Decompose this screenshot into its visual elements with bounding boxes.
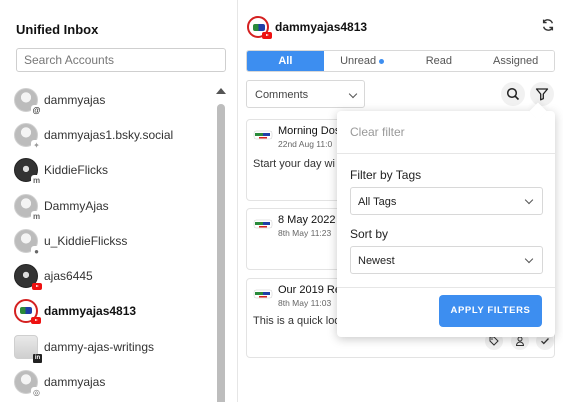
chevron-down-icon (524, 195, 534, 205)
search-accounts-input[interactable] (16, 48, 226, 72)
card-date: 8th May 11:23 (278, 228, 332, 238)
account-list-scrollbar[interactable] (216, 88, 226, 402)
search-button[interactable] (501, 82, 525, 106)
bluesky-icon: ✦ (31, 139, 42, 151)
account-item[interactable]: ✦ dammyajas1.bsky.social (14, 117, 210, 152)
account-name: DammyAjas (44, 198, 109, 213)
filter-popover: Clear filter Filter by Tags All Tags Sor… (337, 102, 555, 337)
youtube-icon (31, 317, 41, 325)
user-icon (515, 336, 525, 346)
avatar: ◎ (14, 370, 42, 399)
account-title: dammyajas4813 (275, 20, 368, 34)
account-item[interactable]: m DammyAjas (14, 188, 210, 223)
account-name: ajas6445 (44, 269, 93, 284)
account-item[interactable]: m KiddieFlicks (14, 153, 210, 188)
tab-assigned[interactable]: Assigned (477, 51, 554, 71)
sort-select-value: Newest (358, 255, 395, 267)
card-title: Morning Dos (278, 125, 341, 137)
divider (337, 153, 555, 154)
filter-tags-label: Filter by Tags (350, 168, 422, 182)
tab-label: All (278, 55, 293, 67)
search-icon (506, 87, 520, 101)
account-list: @ dammyajas ✦ dammyajas1.bsky.social m K… (14, 82, 210, 400)
avatar: ✦ (14, 122, 42, 151)
channel-logo-icon (253, 289, 273, 299)
instagram-icon: ◎ (31, 387, 42, 399)
card-body: This is a quick loo (253, 315, 341, 327)
avatar: m (14, 158, 42, 187)
sort-select[interactable]: Newest (350, 246, 543, 274)
tags-select-value: All Tags (358, 196, 397, 208)
inbox-tabs: All Unread Read Assigned (246, 50, 555, 72)
dropdown-value: Comments (255, 89, 309, 101)
account-name: u_KiddieFlickss (44, 233, 128, 248)
youtube-icon (32, 283, 42, 291)
scroll-up-arrow-icon[interactable] (216, 88, 226, 94)
mastodon-icon: m (31, 175, 42, 187)
card-date: 8th May 11:03 (278, 298, 332, 308)
account-item[interactable]: ajas6445 (14, 258, 210, 293)
account-name: dammyajas (44, 92, 106, 107)
linkedin-icon: in (33, 353, 42, 363)
account-item[interactable]: in dammy-ajas-writings (14, 329, 210, 364)
unread-dot (379, 58, 385, 64)
account-name: KiddieFlicks (44, 163, 109, 178)
account-item[interactable]: ● u_KiddieFlickss (14, 223, 210, 258)
card-title: 8 May 2022 (278, 214, 336, 226)
filter-button[interactable] (530, 82, 554, 106)
avatar: ● (14, 228, 42, 257)
card-date: 22nd Aug 11:0 (278, 139, 333, 149)
tab-read[interactable]: Read (400, 51, 478, 71)
refresh-icon[interactable] (541, 18, 555, 32)
account-name: dammyajas1.bsky.social (44, 127, 174, 142)
card-title: Our 2019 Re (278, 284, 341, 296)
tab-label: Read (425, 55, 453, 67)
scrollbar-thumb[interactable] (217, 104, 225, 402)
account-name: dammyajas4813 (44, 304, 137, 319)
account-item-active[interactable]: dammyajas4813 (14, 294, 210, 329)
tags-select[interactable]: All Tags (350, 187, 543, 215)
account-name: dammy-ajas-writings (44, 339, 155, 354)
avatar: m (14, 193, 42, 222)
tab-unread[interactable]: Unread (323, 51, 401, 71)
channel-logo-icon (253, 219, 273, 229)
message-type-dropdown[interactable]: Comments (246, 80, 365, 108)
account-avatar (247, 16, 272, 39)
tag-icon (489, 336, 499, 346)
check-icon (541, 338, 549, 345)
youtube-icon (262, 32, 272, 39)
clear-filter-link[interactable]: Clear filter (350, 125, 405, 139)
tab-label: Unread (340, 55, 377, 67)
avatar (14, 299, 41, 325)
avatar: in (14, 334, 42, 363)
avatar (14, 264, 42, 291)
threads-icon: @ (31, 104, 42, 116)
sidebar-title: Unified Inbox (16, 22, 99, 37)
account-name: dammyajas (44, 375, 106, 390)
accounts-sidebar: Unified Inbox @ dammyajas ✦ dammyajas1.b… (0, 0, 238, 402)
card-body: Start your day wi (253, 158, 335, 170)
account-item[interactable]: @ dammyajas (14, 82, 210, 117)
tab-all[interactable]: All (247, 51, 324, 71)
divider (337, 287, 555, 288)
unified-inbox-app: Unified Inbox @ dammyajas ✦ dammyajas1.b… (0, 0, 563, 402)
reddit-icon: ● (31, 245, 42, 257)
filter-icon (535, 88, 549, 101)
sort-by-label: Sort by (350, 227, 389, 241)
mastodon-icon: m (31, 210, 42, 222)
apply-filters-button[interactable]: APPLY FILTERS (439, 295, 542, 327)
channel-logo-icon (253, 130, 273, 140)
avatar: @ (14, 87, 42, 116)
account-item[interactable]: ◎ dammyajas (14, 364, 210, 399)
chevron-down-icon (524, 254, 534, 264)
chevron-down-icon (348, 89, 358, 99)
tab-label: Assigned (492, 55, 539, 67)
